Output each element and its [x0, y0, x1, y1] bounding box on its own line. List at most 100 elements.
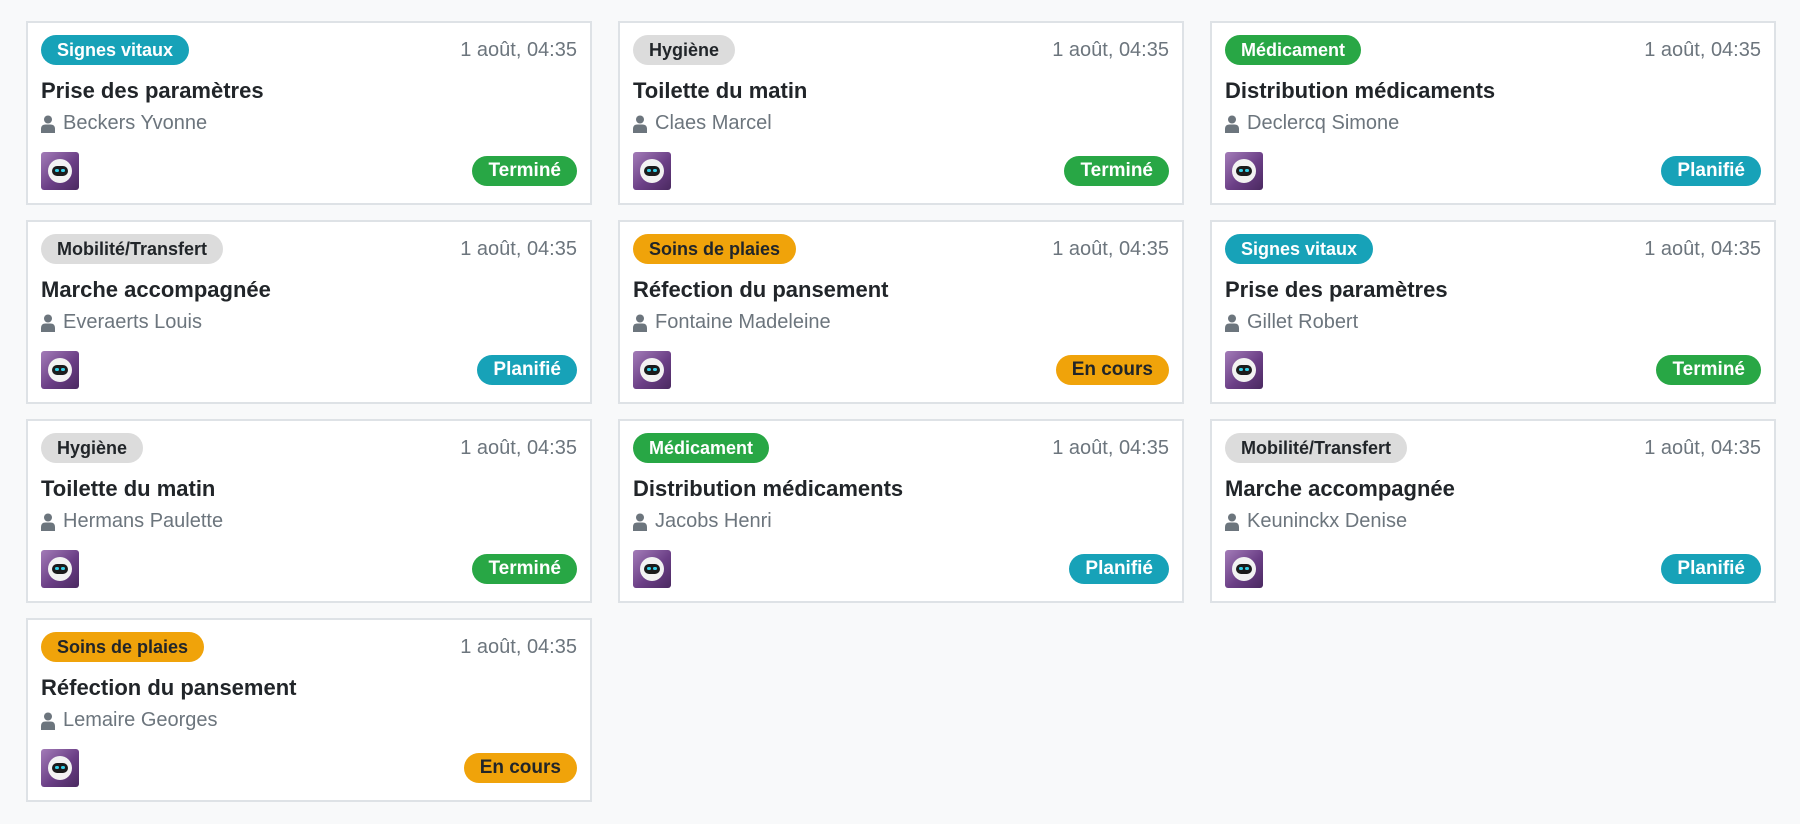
card-header: Hygiène 1 août, 04:35 — [41, 433, 577, 463]
robot-avatar-icon[interactable] — [1225, 152, 1263, 190]
robot-avatar-icon[interactable] — [41, 550, 79, 588]
task-title: Réfection du pansement — [41, 675, 297, 700]
user-icon — [41, 115, 55, 133]
card-footer: En cours — [633, 350, 1169, 390]
robot-avatar-icon[interactable] — [633, 351, 671, 389]
patient-name: Declercq Simone — [1247, 112, 1400, 134]
task-card[interactable]: Hygiène 1 août, 04:35 Toilette du matin … — [618, 21, 1184, 205]
category-badge: Hygiène — [633, 35, 736, 65]
robot-avatar-icon[interactable] — [633, 152, 671, 190]
category-badge: Signes vitaux — [41, 35, 190, 65]
task-time: 1 août, 04:35 — [1052, 237, 1169, 260]
task-card[interactable]: Soins de plaies 1 août, 04:35 Réfection … — [26, 618, 592, 802]
card-footer: Planifié — [1225, 151, 1761, 191]
card-footer: Planifié — [41, 350, 577, 390]
task-time: 1 août, 04:35 — [460, 38, 577, 61]
user-icon — [1225, 513, 1239, 531]
status-badge: En cours — [1055, 355, 1169, 385]
category-badge: Hygiène — [41, 433, 144, 463]
patient-name: Keuninckx Denise — [1247, 510, 1408, 532]
card-header: Soins de plaies 1 août, 04:35 — [41, 632, 577, 662]
robot-avatar-icon[interactable] — [41, 749, 79, 787]
patient-name: Gillet Robert — [1247, 311, 1359, 333]
card-header: Signes vitaux 1 août, 04:35 — [1225, 234, 1761, 264]
task-card[interactable]: Médicament 1 août, 04:35 Distribution mé… — [1210, 21, 1776, 205]
status-badge: Terminé — [472, 156, 577, 186]
robot-avatar-icon[interactable] — [1225, 550, 1263, 588]
task-title: Distribution médicaments — [1225, 78, 1496, 103]
status-badge: Planifié — [477, 355, 577, 385]
task-title: Toilette du matin — [633, 78, 808, 103]
card-footer: Terminé — [633, 151, 1169, 191]
robot-avatar-icon[interactable] — [41, 351, 79, 389]
task-card[interactable]: Mobilité/Transfert 1 août, 04:35 Marche … — [1210, 419, 1776, 603]
patient-line: Keuninckx Denise — [1225, 510, 1761, 533]
patient-name: Fontaine Madeleine — [655, 311, 831, 333]
patient-line: Hermans Paulette — [41, 510, 577, 533]
task-time: 1 août, 04:35 — [1052, 436, 1169, 459]
user-icon — [41, 314, 55, 332]
task-title: Réfection du pansement — [633, 277, 889, 302]
patient-name: Hermans Paulette — [63, 510, 224, 532]
task-card-grid: Signes vitaux 1 août, 04:35 Prise des pa… — [26, 21, 1776, 802]
user-icon — [41, 712, 55, 730]
status-badge: Planifié — [1069, 554, 1169, 584]
category-badge: Mobilité/Transfert — [41, 234, 224, 264]
task-title: Marche accompagnée — [41, 277, 271, 302]
task-time: 1 août, 04:35 — [1644, 38, 1761, 61]
card-header: Médicament 1 août, 04:35 — [1225, 35, 1761, 65]
patient-line: Claes Marcel — [633, 112, 1169, 135]
patient-line: Everaerts Louis — [41, 311, 577, 334]
patient-name: Everaerts Louis — [63, 311, 202, 333]
status-badge: Terminé — [1064, 156, 1169, 186]
card-footer: En cours — [41, 748, 577, 788]
task-time: 1 août, 04:35 — [1644, 436, 1761, 459]
status-badge: En cours — [463, 753, 577, 783]
status-badge: Planifié — [1661, 156, 1761, 186]
status-badge: Planifié — [1661, 554, 1761, 584]
patient-line: Jacobs Henri — [633, 510, 1169, 533]
user-icon — [1225, 115, 1239, 133]
patient-line: Gillet Robert — [1225, 311, 1761, 334]
task-time: 1 août, 04:35 — [460, 635, 577, 658]
user-icon — [633, 513, 647, 531]
task-card[interactable]: Soins de plaies 1 août, 04:35 Réfection … — [618, 220, 1184, 404]
category-badge: Signes vitaux — [1225, 234, 1374, 264]
category-badge: Mobilité/Transfert — [1225, 433, 1408, 463]
task-time: 1 août, 04:35 — [1644, 237, 1761, 260]
category-badge: Médicament — [633, 433, 770, 463]
status-badge: Terminé — [1656, 355, 1761, 385]
robot-avatar-icon[interactable] — [1225, 351, 1263, 389]
user-icon — [633, 115, 647, 133]
robot-avatar-icon[interactable] — [41, 152, 79, 190]
patient-line: Beckers Yvonne — [41, 112, 577, 135]
patient-name: Lemaire Georges — [63, 709, 218, 731]
patient-line: Fontaine Madeleine — [633, 311, 1169, 334]
task-title: Prise des paramètres — [41, 78, 264, 103]
task-time: 1 août, 04:35 — [460, 237, 577, 260]
task-card[interactable]: Hygiène 1 août, 04:35 Toilette du matin … — [26, 419, 592, 603]
task-card[interactable]: Signes vitaux 1 août, 04:35 Prise des pa… — [1210, 220, 1776, 404]
card-footer: Terminé — [1225, 350, 1761, 390]
card-header: Hygiène 1 août, 04:35 — [633, 35, 1169, 65]
category-badge: Médicament — [1225, 35, 1362, 65]
task-card[interactable]: Signes vitaux 1 août, 04:35 Prise des pa… — [26, 21, 592, 205]
card-header: Mobilité/Transfert 1 août, 04:35 — [41, 234, 577, 264]
card-footer: Planifié — [633, 549, 1169, 589]
status-badge: Terminé — [472, 554, 577, 584]
task-title: Distribution médicaments — [633, 476, 904, 501]
category-badge: Soins de plaies — [41, 632, 205, 662]
card-footer: Planifié — [1225, 549, 1761, 589]
patient-name: Beckers Yvonne — [63, 112, 208, 134]
task-title: Marche accompagnée — [1225, 476, 1455, 501]
patient-name: Claes Marcel — [655, 112, 772, 134]
task-card[interactable]: Mobilité/Transfert 1 août, 04:35 Marche … — [26, 220, 592, 404]
task-card[interactable]: Médicament 1 août, 04:35 Distribution mé… — [618, 419, 1184, 603]
card-header: Signes vitaux 1 août, 04:35 — [41, 35, 577, 65]
user-icon — [1225, 314, 1239, 332]
card-header: Mobilité/Transfert 1 août, 04:35 — [1225, 433, 1761, 463]
task-title: Toilette du matin — [41, 476, 216, 501]
task-title: Prise des paramètres — [1225, 277, 1448, 302]
robot-avatar-icon[interactable] — [633, 550, 671, 588]
card-footer: Terminé — [41, 549, 577, 589]
